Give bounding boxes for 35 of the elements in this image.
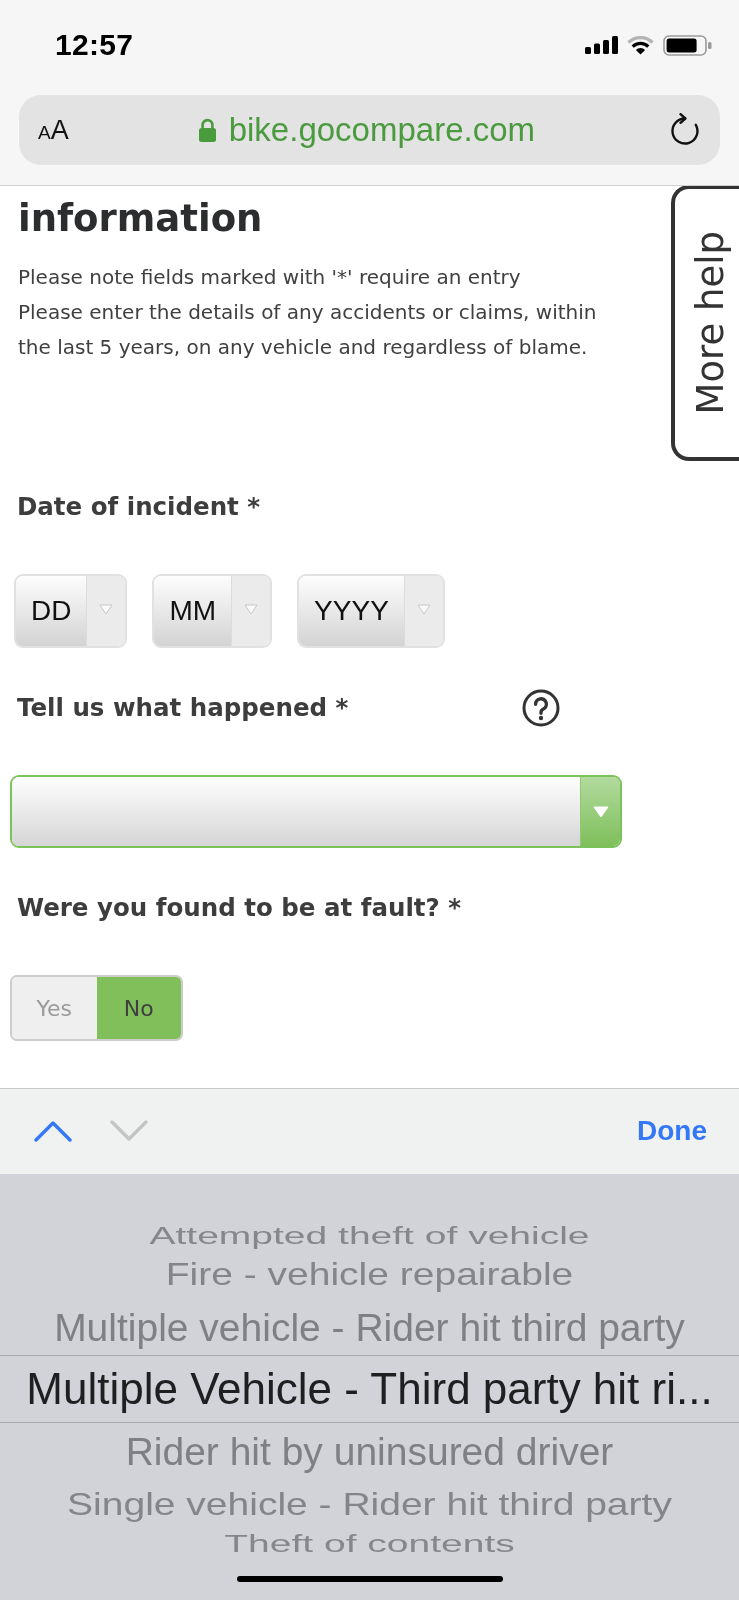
done-button[interactable]: Done xyxy=(637,1114,707,1147)
signal-icon xyxy=(585,36,618,54)
caret-icon xyxy=(99,603,114,615)
date-select[interactable]: DD xyxy=(14,574,128,648)
picker-option[interactable]: Single vehicle - Rider hit third party xyxy=(67,1488,672,1520)
caret-icon xyxy=(244,603,259,615)
address-bar[interactable]: AA bike.gocompare.com xyxy=(19,95,720,165)
caret-icon xyxy=(592,805,609,818)
more-help-tab[interactable]: More help xyxy=(671,186,739,461)
reload-icon[interactable] xyxy=(669,113,701,147)
battery-icon xyxy=(663,34,712,56)
text-size-button[interactable]: AA xyxy=(38,116,69,144)
toggle-option[interactable]: No xyxy=(96,977,181,1039)
picker-option[interactable]: Rider hit by uninsured driver xyxy=(125,1431,614,1471)
picker-option[interactable]: Multiple Vehicle - Third party hit ri... xyxy=(26,1367,713,1411)
date-select[interactable]: MM xyxy=(152,574,273,648)
toggle-option[interactable]: Yes xyxy=(12,977,97,1039)
wifi-icon xyxy=(627,35,654,55)
page-heading: information xyxy=(18,197,264,241)
field-label: Were you found to be at fault? * xyxy=(17,893,462,923)
field-label: Date of incident * xyxy=(17,492,261,522)
date-select[interactable]: YYYY xyxy=(297,574,445,648)
help-icon[interactable] xyxy=(522,689,560,727)
note-text: Please note fields marked with '*' require an entry xyxy=(18,264,522,291)
field-label: Tell us what happened * xyxy=(17,693,349,723)
picker-option[interactable]: Attempted theft of vehicle xyxy=(149,1222,590,1248)
note-text: Please enter the details of any accidents or claims, within the last 5 years, on any vehicle and regardless of blame. xyxy=(18,299,598,361)
incident-select[interactable] xyxy=(10,775,622,848)
caret-icon xyxy=(416,603,431,615)
picker-option[interactable]: Fire - vehicle repairable xyxy=(165,1258,574,1290)
picker-option[interactable]: Multiple vehicle - Rider hit third party xyxy=(54,1307,685,1347)
status-time: 12:57 xyxy=(55,28,134,62)
url-text: bike.gocompare.com xyxy=(228,111,535,149)
chevron-up-icon[interactable] xyxy=(34,1119,72,1142)
picker-option[interactable]: Theft of contents xyxy=(224,1530,515,1556)
